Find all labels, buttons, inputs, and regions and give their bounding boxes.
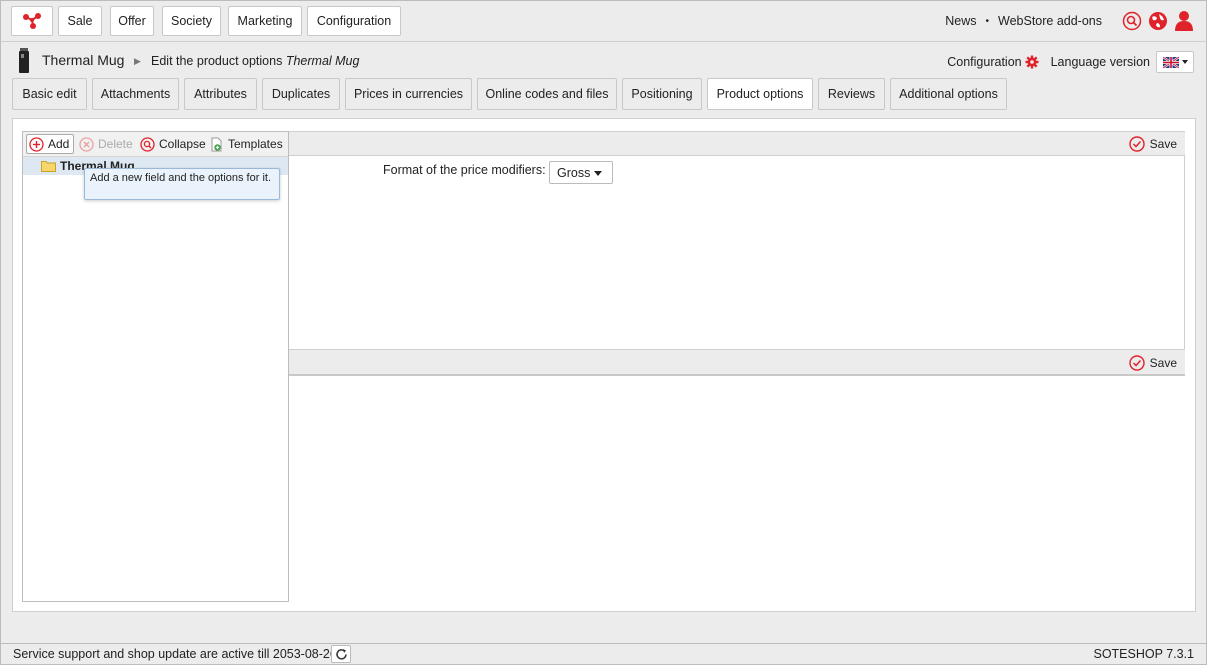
add-button[interactable]: Add — [26, 134, 75, 154]
bottom-save-bar: Save — [289, 349, 1185, 376]
menu-offer[interactable]: Offer — [110, 6, 154, 36]
logo-icon — [23, 13, 41, 29]
language-select[interactable] — [1156, 51, 1194, 73]
tab-prices-in-currencies[interactable]: Prices in currencies — [345, 78, 472, 110]
templates-button[interactable]: Templates — [209, 134, 283, 154]
save-button-top[interactable]: Save — [1128, 136, 1177, 152]
product-title-bar: Thermal Mug ▶ Edit the product options T… — [0, 42, 1207, 78]
chevron-down-icon — [594, 171, 602, 176]
title-right-controls: Configuration Language version — [947, 51, 1194, 73]
globe-icon[interactable] — [1148, 11, 1168, 31]
tab-basic-edit[interactable]: Basic edit — [12, 78, 87, 110]
link-separator: • — [985, 15, 989, 27]
add-tooltip: Add a new field and the options for it. — [84, 168, 280, 200]
tab-additional-options[interactable]: Additional options — [890, 78, 1007, 110]
options-tree-panel: Add Delete Collapse Templates Thermal Mu… — [22, 131, 289, 602]
search-icon[interactable] — [1122, 11, 1142, 31]
price-modifier-format-value: Gross — [557, 165, 591, 180]
tab-positioning[interactable]: Positioning — [622, 78, 702, 110]
language-version-label: Language version — [1050, 55, 1150, 69]
check-circle-icon — [1128, 355, 1145, 371]
collapse-button-label: Collapse — [159, 137, 206, 151]
menu-sale[interactable]: Sale — [58, 6, 102, 36]
templates-button-label: Templates — [228, 137, 283, 151]
refresh-icon — [335, 648, 347, 660]
price-modifier-format-label: Format of the price modifiers: — [383, 163, 546, 177]
check-circle-icon — [1128, 136, 1145, 152]
collapse-button[interactable]: Collapse — [140, 134, 206, 154]
status-footer: Service support and shop update are acti… — [0, 643, 1207, 665]
tab-online-codes-and-files[interactable]: Online codes and files — [477, 78, 617, 110]
product-name: Thermal Mug — [42, 52, 125, 68]
delete-button[interactable]: Delete — [79, 134, 133, 154]
chevron-down-icon — [1181, 60, 1188, 64]
top-navigation-bar: Sale Offer Society Marketing Configurati… — [0, 0, 1207, 42]
breadcrumb: Edit the product options Thermal Mug — [151, 54, 359, 68]
tab-product-options[interactable]: Product options — [707, 78, 813, 110]
options-form-panel: Save Format of the price modifiers: Gros… — [289, 131, 1185, 376]
breadcrumb-product: Thermal Mug — [285, 54, 360, 68]
menu-marketing[interactable]: Marketing — [228, 6, 302, 36]
configuration-link[interactable]: Configuration — [947, 55, 1021, 69]
webstore-addons-link[interactable]: WebStore add-ons — [998, 14, 1102, 28]
tab-attributes[interactable]: Attributes — [184, 78, 257, 110]
save-button-bottom[interactable]: Save — [1128, 355, 1177, 371]
delete-circle-icon — [79, 136, 94, 152]
uk-flag-icon — [1162, 56, 1179, 68]
menu-society[interactable]: Society — [162, 6, 221, 36]
home-logo-button[interactable] — [11, 6, 53, 36]
tab-duplicates[interactable]: Duplicates — [262, 78, 340, 110]
tree-toolbar: Add Delete Collapse Templates — [23, 132, 288, 157]
plus-circle-icon — [29, 136, 44, 152]
top-save-bar: Save — [289, 131, 1185, 156]
menu-configuration[interactable]: Configuration — [307, 6, 401, 36]
news-link[interactable]: News — [945, 14, 976, 28]
support-status-text: Service support and shop update are acti… — [13, 647, 337, 661]
top-right-links: News • WebStore add-ons — [945, 9, 1194, 33]
template-file-icon — [211, 137, 222, 151]
breadcrumb-prefix: Edit the product options — [151, 54, 283, 68]
product-thumbnail-icon — [19, 48, 29, 73]
delete-button-label: Delete — [98, 137, 133, 151]
gear-icon[interactable] — [1025, 55, 1039, 69]
user-icon[interactable] — [1174, 10, 1194, 32]
save-label-top: Save — [1149, 137, 1177, 151]
save-label-bottom: Save — [1149, 356, 1177, 370]
refresh-button[interactable] — [331, 645, 351, 663]
tab-reviews[interactable]: Reviews — [818, 78, 885, 110]
collapse-icon — [140, 136, 155, 152]
add-button-label: Add — [48, 137, 70, 151]
tab-attachments[interactable]: Attachments — [92, 78, 179, 110]
app-version: SOTESHOP 7.3.1 — [1093, 647, 1194, 661]
tabs-bar: Basic edit Attachments Attributes Duplic… — [0, 78, 1207, 116]
breadcrumb-arrow-icon: ▶ — [134, 56, 141, 66]
price-modifier-format-select[interactable]: Gross — [549, 161, 613, 184]
folder-icon — [41, 161, 56, 172]
